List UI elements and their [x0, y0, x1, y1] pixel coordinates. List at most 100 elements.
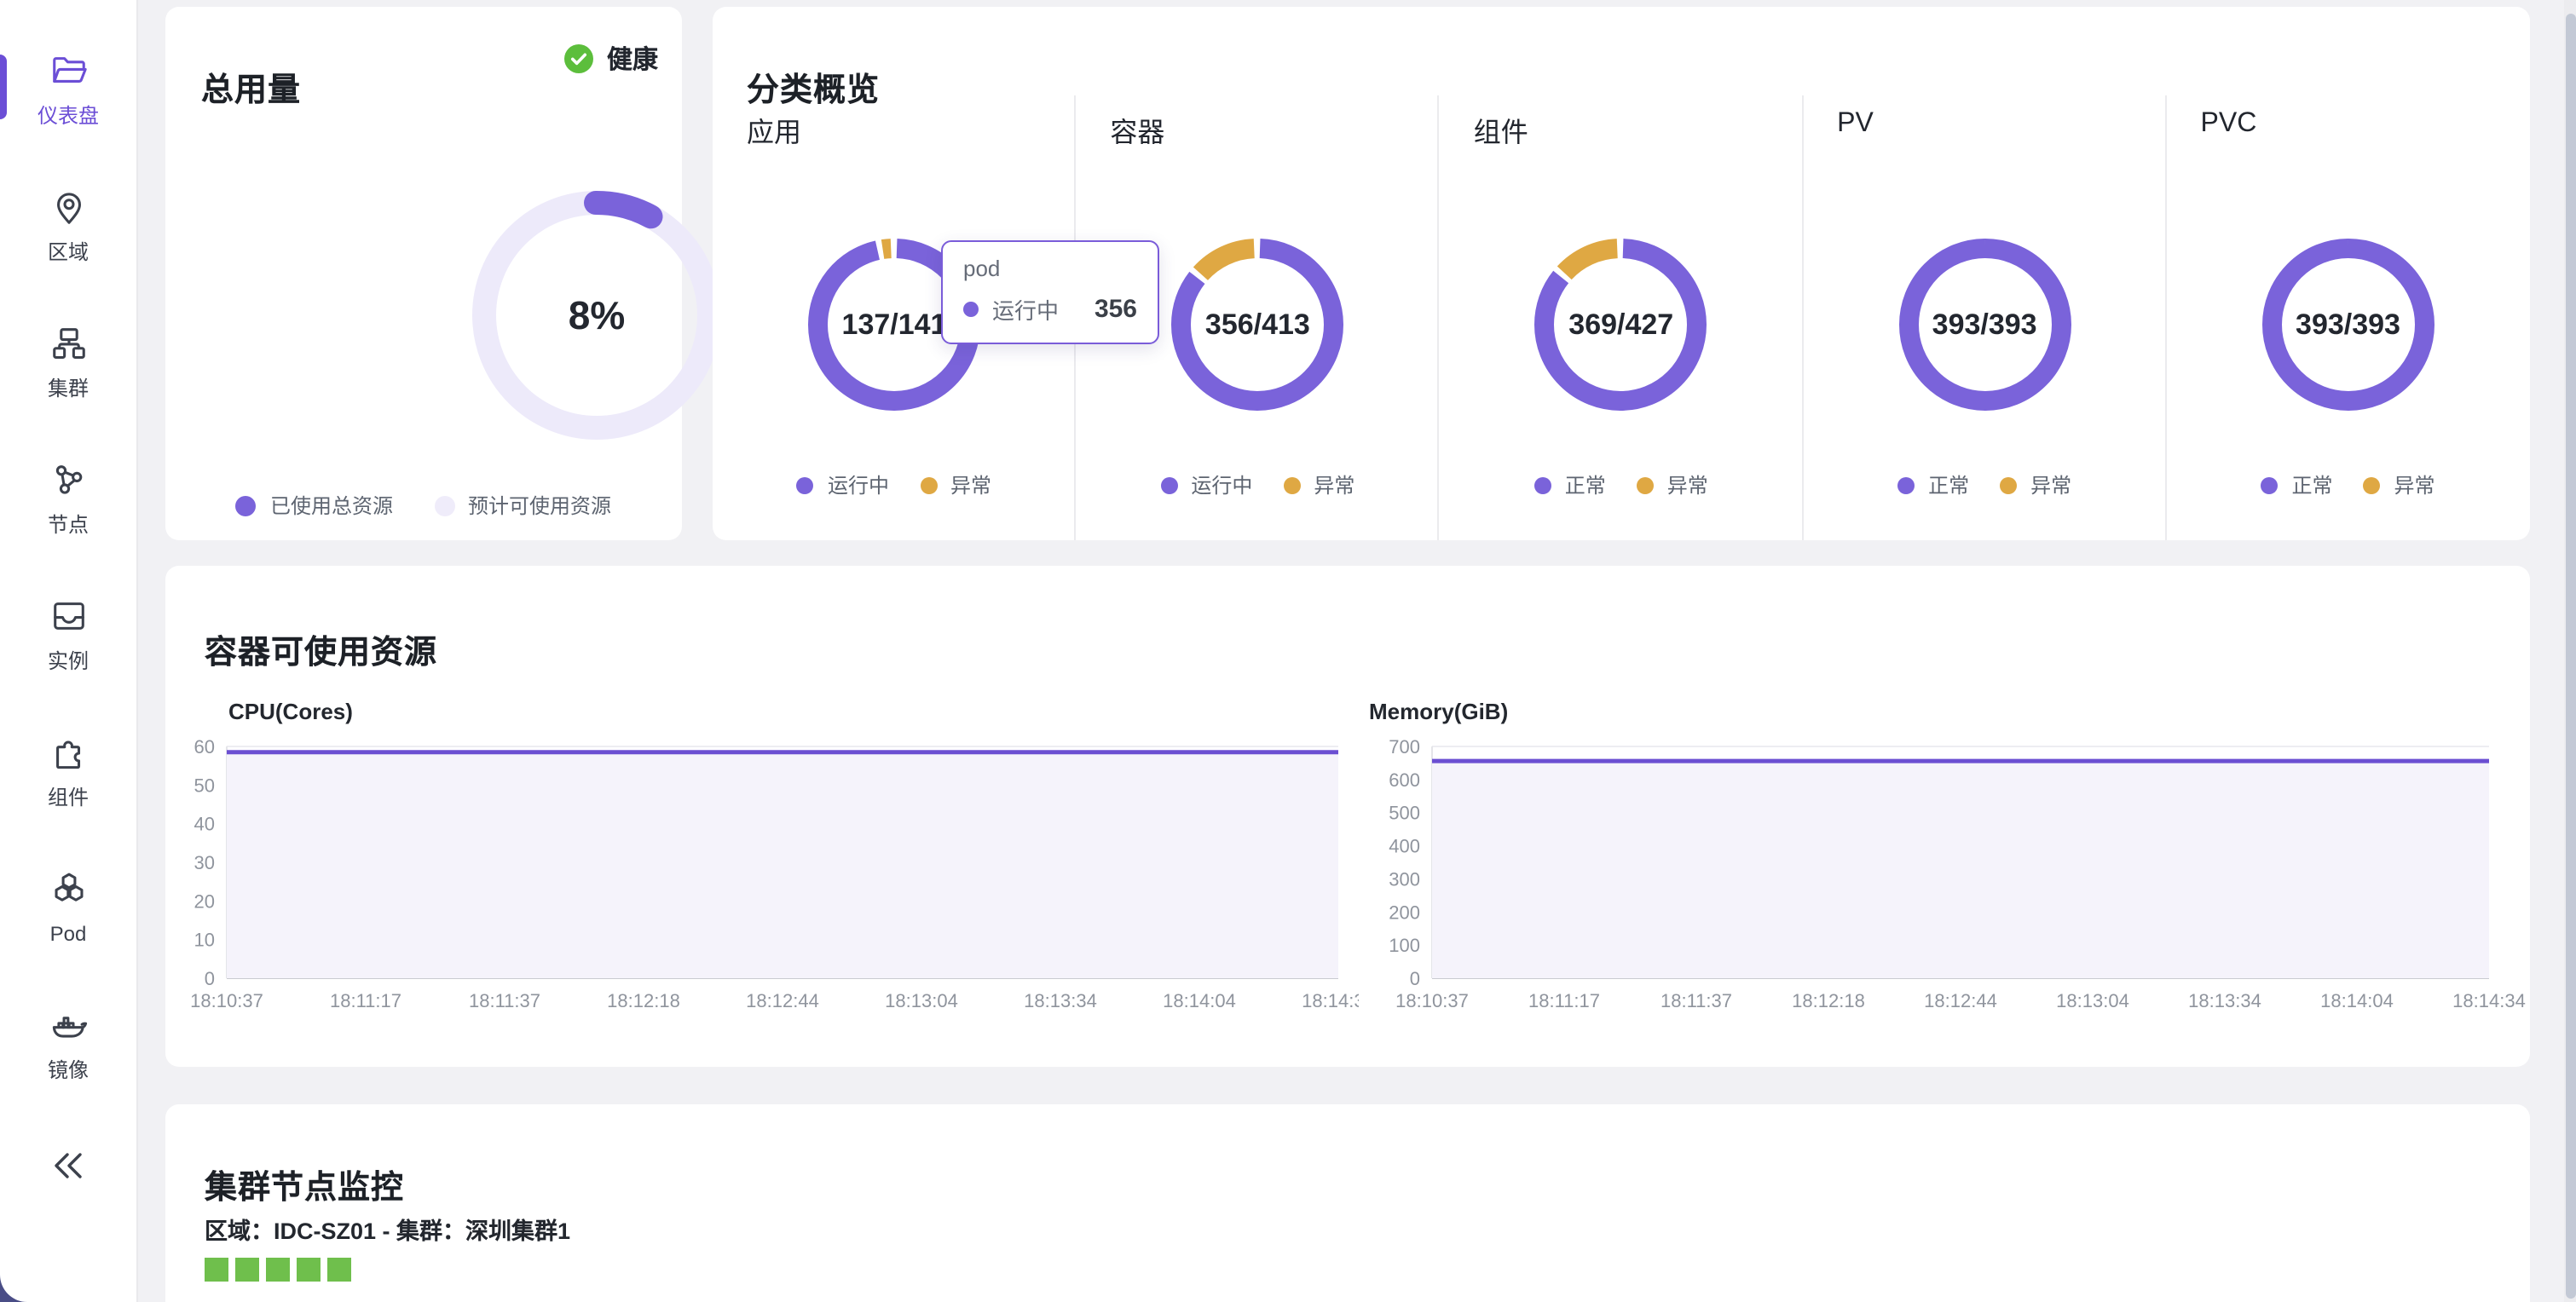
legend-dot — [2000, 476, 2017, 493]
page-scrollbar-thumb[interactable] — [2565, 14, 2575, 1299]
legend-label: 异常 — [1667, 470, 1708, 499]
legend-item-ok[interactable]: 正常 — [2261, 470, 2332, 499]
category-column-3: PV393/393正常异常 — [1803, 95, 2166, 540]
node-status-square[interactable] — [266, 1258, 289, 1281]
legend-dot — [1897, 476, 1915, 493]
sidebar-item-pod[interactable]: Pod — [0, 869, 136, 965]
sidebar-item-label: 组件 — [48, 786, 89, 809]
x-axis-label: 18:13:34 — [2188, 990, 2261, 1011]
nodes-icon — [49, 460, 88, 508]
legend-label: 异常 — [950, 470, 991, 499]
memory-available-chart[interactable]: Memory(GiB) 010020030040050060070018:10:… — [1347, 695, 2528, 1019]
x-axis-label: 18:13:04 — [885, 990, 958, 1011]
y-axis-label: 100 — [1389, 935, 1420, 956]
legend-dot — [2364, 476, 2381, 493]
node-status-square[interactable] — [205, 1258, 228, 1281]
legend-item-available[interactable]: 预计可使用资源 — [434, 491, 611, 520]
sidebar-collapse-button[interactable] — [0, 1145, 136, 1195]
sidebar-item-label: 集群 — [48, 377, 89, 400]
legend-dot — [2261, 476, 2278, 493]
category-donut-chart[interactable]: 393/393 — [1898, 239, 2071, 411]
category-donut-chart[interactable]: 369/427 — [1535, 239, 1707, 411]
y-axis-label: 20 — [194, 890, 215, 912]
y-axis-label: 500 — [1389, 803, 1420, 824]
legend-item-bad[interactable]: 异常 — [1637, 470, 1708, 499]
instance-box-icon — [49, 596, 88, 644]
legend-item-bad[interactable]: 异常 — [920, 470, 991, 499]
sidebar-item-label: 节点 — [48, 513, 89, 537]
legend-label: 正常 — [1565, 470, 1606, 499]
legend-item-bad[interactable]: 异常 — [1283, 470, 1354, 499]
sidebar-item-dashboard[interactable]: 仪表盘 — [0, 51, 136, 147]
dashboard-folder-icon — [49, 51, 88, 99]
legend-item-ok[interactable]: 正常 — [1897, 470, 1969, 499]
category-column-2: 组件 369/427 正常 异常 — [1440, 95, 1803, 540]
legend-label: 运行中 — [1191, 470, 1252, 499]
y-axis-label: 30 — [194, 852, 215, 873]
y-axis-label: 40 — [194, 814, 215, 835]
pod-hexagons-icon — [49, 869, 88, 917]
health-status-badge: 健康 — [564, 41, 658, 77]
category-label: 组件 — [1474, 109, 1528, 150]
y-axis-label: 400 — [1389, 836, 1420, 857]
tooltip-series-value: 356 — [1095, 295, 1137, 324]
legend-dot — [236, 495, 257, 516]
total-usage-donut-chart[interactable]: 8% — [472, 191, 721, 440]
sidebar-item-node[interactable]: 节点 — [0, 460, 136, 556]
category-donut-chart[interactable]: 393/393 — [2262, 239, 2434, 411]
cluster-node-monitor-card: 集群节点监控 区域：IDC-SZ01 - 集群：深圳集群1 — [165, 1104, 2530, 1302]
legend-label: 运行中 — [828, 470, 889, 499]
node-status-square[interactable] — [235, 1258, 258, 1281]
image-whale-icon — [49, 1005, 88, 1053]
sidebar-item-cluster[interactable]: 集群 — [0, 324, 136, 419]
x-axis-label: 18:11:37 — [469, 990, 540, 1011]
page-scrollbar-track[interactable] — [2564, 0, 2576, 1302]
sidebar-item-region[interactable]: 区域 — [0, 187, 136, 283]
x-axis-label: 18:12:44 — [1924, 990, 1997, 1011]
legend-item-bad[interactable]: 异常 — [2364, 470, 2435, 499]
region-pin-icon — [49, 187, 88, 235]
check-circle-icon — [564, 44, 593, 73]
usage-legend: 已使用总资源 预计可使用资源 — [165, 491, 682, 520]
x-axis-label: 18:12:18 — [1792, 990, 1865, 1011]
legend-label: 预计可使用资源 — [468, 491, 611, 520]
category-legend: 运行中 异常 — [713, 470, 1076, 499]
category-label: PVC — [2201, 109, 2257, 140]
sidebar-item-image[interactable]: 镜像 — [0, 1005, 136, 1101]
legend-dot — [1283, 476, 1300, 493]
sidebar-item-label: 实例 — [48, 649, 89, 673]
category-label: 容器 — [1110, 109, 1164, 150]
legend-item-bad[interactable]: 异常 — [2000, 470, 2071, 499]
legend-item-ok[interactable]: 正常 — [1534, 470, 1606, 499]
legend-label: 异常 — [1314, 470, 1354, 499]
legend-dot — [1637, 476, 1654, 493]
category-legend: 正常 异常 — [1803, 470, 2166, 499]
legend-item-ok[interactable]: 运行中 — [1160, 470, 1252, 499]
node-status-square[interactable] — [327, 1258, 350, 1281]
legend-label: 异常 — [2030, 470, 2071, 499]
category-legend: 运行中 异常 — [1076, 470, 1439, 499]
card-title: 容器可使用资源 — [205, 627, 437, 673]
double-chevron-left-icon — [48, 1145, 89, 1195]
legend-item-used[interactable]: 已使用总资源 — [236, 491, 393, 520]
x-axis-label: 18:13:34 — [1024, 990, 1097, 1011]
node-status-square[interactable] — [297, 1258, 320, 1281]
legend-dot — [920, 476, 937, 493]
x-axis-label: 18:13:04 — [2056, 990, 2129, 1011]
sidebar-item-component[interactable]: 组件 — [0, 733, 136, 828]
cpu-available-chart[interactable]: CPU(Cores) 010203040506018:10:3718:11:17… — [182, 695, 1359, 1019]
category-donut-chart[interactable]: 356/413 — [1171, 239, 1343, 411]
card-title: 总用量 — [201, 65, 301, 111]
tooltip-series-dot — [963, 302, 979, 317]
legend-label: 异常 — [2394, 470, 2435, 499]
legend-dot — [797, 476, 814, 493]
legend-dot — [1160, 476, 1177, 493]
x-axis-label: 18:10:37 — [1395, 990, 1469, 1011]
y-axis-label: 50 — [194, 775, 215, 796]
x-axis-label: 18:14:04 — [1163, 990, 1236, 1011]
category-label: 应用 — [747, 109, 801, 150]
legend-label: 正常 — [1928, 470, 1969, 499]
sidebar-item-instance[interactable]: 实例 — [0, 596, 136, 692]
legend-item-ok[interactable]: 运行中 — [797, 470, 889, 499]
sidebar-nav: 仪表盘 区域 集群 节点 — [0, 51, 136, 1101]
